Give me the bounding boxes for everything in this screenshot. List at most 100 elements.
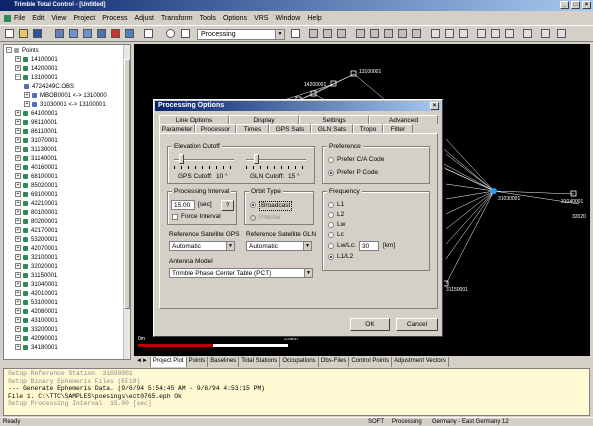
menu-file[interactable]: File: [14, 15, 25, 22]
layout-icon[interactable]: [322, 28, 334, 40]
collapse-icon[interactable]: −: [15, 74, 21, 81]
map-icon[interactable]: [383, 28, 395, 40]
tab-baselines[interactable]: Baselines: [208, 357, 240, 367]
tree-item[interactable]: +31040001: [15, 281, 58, 290]
tree-item[interactable]: +53100001: [15, 299, 58, 308]
collapse-icon[interactable]: −: [6, 47, 12, 54]
help-icon[interactable]: [540, 28, 552, 40]
menu-tools[interactable]: Tools: [200, 15, 216, 22]
tree-scrollbar[interactable]: [123, 45, 130, 359]
freq-l2-radio[interactable]: [328, 212, 334, 218]
zoom-icon[interactable]: [165, 28, 177, 40]
tree-item[interactable]: +42090001: [15, 335, 58, 344]
expand-icon[interactable]: +: [15, 128, 21, 135]
tree-item[interactable]: +42170001: [15, 227, 58, 236]
check-icon[interactable]: [430, 28, 442, 40]
tab-control-points[interactable]: Control Points: [349, 357, 393, 367]
expand-icon[interactable]: +: [15, 227, 21, 234]
pointer-icon[interactable]: [143, 28, 155, 40]
expand-icon[interactable]: +: [15, 335, 21, 342]
menu-adjust[interactable]: Adjust: [134, 15, 153, 22]
tab-display[interactable]: Display: [229, 115, 299, 124]
expand-icon[interactable]: +: [15, 281, 21, 288]
expand-icon[interactable]: +: [15, 173, 21, 180]
minimize-button[interactable]: _: [560, 1, 569, 9]
tab-nav-arrows[interactable]: ◄►: [134, 357, 151, 367]
expand-icon[interactable]: +: [15, 326, 21, 333]
expand-icon[interactable]: +: [15, 272, 21, 279]
tree-item[interactable]: +42210001: [15, 200, 58, 209]
triangle-icon[interactable]: [355, 28, 367, 40]
tree-item[interactable]: +80200001: [15, 218, 58, 227]
window-icon[interactable]: [290, 28, 302, 40]
process-icon[interactable]: [110, 28, 122, 40]
tab-parameter[interactable]: Parameter: [159, 124, 195, 133]
arrow-right-icon[interactable]: [556, 28, 568, 40]
expand-icon[interactable]: +: [15, 245, 21, 252]
expand-icon[interactable]: +: [15, 308, 21, 315]
cancel-button[interactable]: Cancel: [396, 318, 438, 331]
import-icon[interactable]: [54, 28, 66, 40]
tree-item[interactable]: +42010001: [15, 290, 58, 299]
menu-vrs[interactable]: VRS: [254, 15, 268, 22]
tree-root[interactable]: − Points: [6, 47, 39, 56]
maximize-button[interactable]: □: [571, 1, 580, 9]
ref-sat-gps-select[interactable]: Automatic ▼: [169, 241, 235, 251]
prefer-ca-code-radio[interactable]: [328, 157, 334, 163]
flag-icon[interactable]: [522, 28, 534, 40]
tab-advanced[interactable]: Advanced: [369, 115, 438, 124]
chart-icon[interactable]: [369, 28, 381, 40]
expand-icon[interactable]: +: [15, 290, 21, 297]
tab-gps-sats[interactable]: GPS Sats: [269, 124, 311, 133]
freq-l1l2-radio[interactable]: [328, 254, 334, 260]
tree-item[interactable]: +31140001: [15, 155, 57, 164]
filter-icon[interactable]: [124, 28, 136, 40]
tree-item[interactable]: +64100001: [15, 110, 58, 119]
ok-button[interactable]: OK: [350, 318, 390, 331]
menu-process[interactable]: Process: [102, 15, 127, 22]
expand-icon[interactable]: +: [15, 56, 21, 63]
interval-help-button[interactable]: ?: [221, 200, 234, 211]
new-file-icon[interactable]: [4, 28, 16, 40]
tree-item[interactable]: +32020001: [15, 263, 58, 272]
freq-lwlc-radio[interactable]: [328, 243, 334, 249]
menu-help[interactable]: Help: [307, 15, 321, 22]
antenna-model-select[interactable]: Trimble Phase Center Table (PCT) ▼: [169, 268, 313, 278]
expand-icon[interactable]: +: [24, 101, 30, 108]
tree-item[interactable]: +14200001: [15, 65, 58, 74]
table-icon[interactable]: [336, 28, 348, 40]
grid-icon[interactable]: [308, 28, 320, 40]
close-icon[interactable]: ×: [582, 1, 591, 9]
gps-cutoff-slider[interactable]: [178, 154, 184, 164]
expand-icon[interactable]: +: [24, 92, 30, 99]
expand-icon[interactable]: +: [15, 65, 21, 72]
report-icon[interactable]: [490, 28, 502, 40]
output-console[interactable]: Setup Reference Station 31030001 Setup B…: [3, 368, 590, 416]
tab-total-stations[interactable]: Total Stations: [239, 357, 281, 367]
tree-scroll-thumb[interactable]: [124, 59, 130, 309]
menu-edit[interactable]: Edit: [32, 15, 44, 22]
tab-points[interactable]: Points: [187, 357, 209, 367]
tree-item[interactable]: +80100001: [15, 209, 58, 218]
menu-options[interactable]: Options: [223, 15, 247, 22]
force-interval-checkbox[interactable]: [172, 214, 178, 220]
tab-line-options[interactable]: Line Options: [159, 115, 229, 124]
expand-icon[interactable]: +: [15, 146, 21, 153]
tree-item[interactable]: +68100001: [15, 173, 58, 182]
tree-item[interactable]: +31150001: [15, 272, 57, 281]
gln-cutoff-slider[interactable]: [254, 154, 259, 164]
tree-item[interactable]: +53200001: [15, 236, 58, 245]
tree-item[interactable]: +42080001: [15, 308, 58, 317]
expand-icon[interactable]: +: [15, 317, 21, 324]
tab-obs-files[interactable]: Obs-Files: [319, 357, 350, 367]
expand-icon[interactable]: +: [15, 119, 21, 126]
expand-icon[interactable]: +: [15, 209, 21, 216]
freq-lw-radio[interactable]: [328, 222, 334, 228]
tree-item[interactable]: 4724249C.OBS: [24, 83, 74, 92]
freq-lc-radio[interactable]: [328, 232, 334, 238]
tree-item[interactable]: +86110001: [15, 128, 57, 137]
ref-sat-gln-select[interactable]: Automatic ▼: [246, 241, 312, 251]
close-icon[interactable]: ×: [430, 102, 439, 110]
baseline-tool-icon[interactable]: [82, 28, 94, 40]
tree-item[interactable]: +33200001: [15, 326, 58, 335]
